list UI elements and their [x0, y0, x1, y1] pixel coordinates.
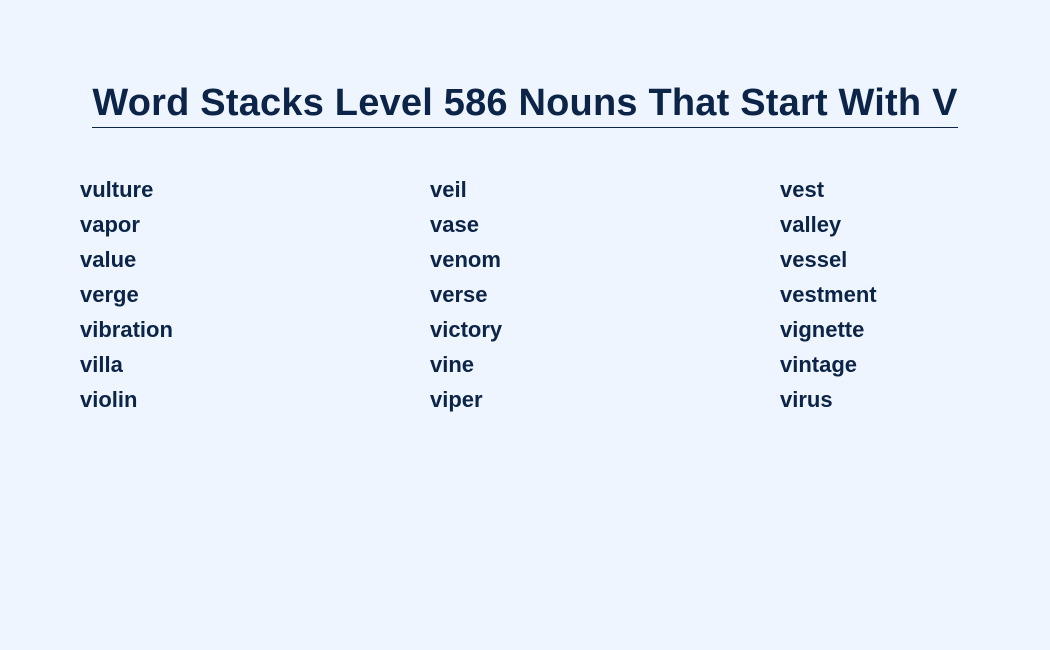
word-item: vibration [80, 317, 173, 342]
word-item: vessel [780, 247, 848, 272]
title-container: Word Stacks Level 586 Nouns That Start W… [0, 80, 1050, 128]
word-item: villa [80, 352, 123, 377]
word-item: vestment [780, 282, 877, 307]
word-item: virus [780, 387, 833, 412]
word-item: vine [430, 352, 475, 377]
word-item: vase [430, 212, 479, 237]
word-item: verse [430, 282, 488, 307]
word-item: veil [430, 177, 467, 202]
word-item: vintage [780, 352, 858, 377]
word-item: victory [430, 317, 503, 342]
word-item: vulture [80, 177, 154, 202]
word-item: valley [780, 212, 842, 237]
word-item: vest [780, 177, 825, 202]
word-item: violin [80, 387, 138, 412]
word-item: vignette [780, 317, 865, 342]
word-item: viper [430, 387, 483, 412]
word-item: verge [80, 282, 139, 307]
word-column-3: vest valley vessel vestment vignette vin… [780, 172, 1030, 417]
word-item: value [80, 247, 137, 272]
word-item: vapor [80, 212, 140, 237]
word-column-1: vulture vapor value verge vibration vill… [80, 172, 430, 417]
word-item: venom [430, 247, 501, 272]
page-title: Word Stacks Level 586 Nouns That Start W… [92, 80, 958, 128]
word-column-2: veil vase venom verse victory vine viper [430, 172, 780, 417]
word-list-grid: vulture vapor value verge vibration vill… [80, 172, 1030, 417]
